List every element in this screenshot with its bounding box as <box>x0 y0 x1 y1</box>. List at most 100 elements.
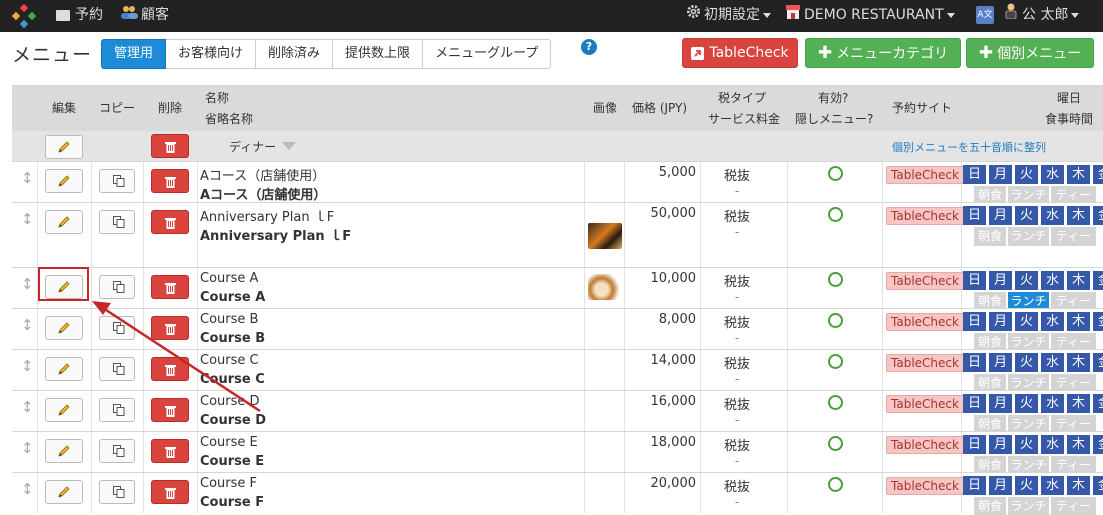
weekday-badge: 金 <box>1093 271 1103 290</box>
menu-name[interactable]: Course E <box>200 435 258 450</box>
help-icon[interactable]: ? <box>581 39 597 55</box>
edit-button[interactable] <box>45 169 83 193</box>
tab-deleted[interactable]: 削除済み <box>256 39 334 69</box>
drag-handle-icon[interactable]: ↕ <box>21 316 34 334</box>
nav-reservations[interactable]: 予約 <box>56 0 103 32</box>
drag-handle-icon[interactable]: ↕ <box>21 357 34 375</box>
add-menu-category-button[interactable]: ✚ メニューカテゴリ <box>805 38 961 68</box>
menu-image-thumbnail[interactable] <box>588 223 622 249</box>
nav-settings[interactable]: 初期設定 <box>686 0 771 32</box>
menu-name[interactable]: Course C <box>200 353 259 368</box>
weekday-badge: 火 <box>1015 353 1038 372</box>
copy-icon <box>113 363 125 375</box>
cell-divider <box>197 391 198 431</box>
nav-user-menu[interactable]: 公 太郎 <box>1004 0 1080 32</box>
menu-name[interactable]: Anniversary Plan ｌF <box>200 206 334 225</box>
edit-button[interactable] <box>45 316 83 340</box>
delete-button[interactable] <box>151 357 189 381</box>
tab-serving-limit[interactable]: 提供数上限 <box>333 39 424 69</box>
delete-button[interactable] <box>151 169 189 193</box>
copy-button[interactable] <box>99 398 135 422</box>
copy-button[interactable] <box>99 439 135 463</box>
weekday-badge: 火 <box>1015 165 1038 184</box>
menu-image-thumbnail[interactable] <box>588 274 622 300</box>
menu-price: 50,000 <box>650 206 697 221</box>
trash-icon <box>165 406 176 417</box>
drag-handle-icon[interactable]: ↕ <box>21 480 34 498</box>
trash-icon <box>165 324 176 335</box>
tablecheck-button[interactable]: TableCheck <box>682 38 798 68</box>
tax-type: 税抜 <box>723 275 750 290</box>
weekday-badge: 木 <box>1067 435 1090 454</box>
delete-button[interactable] <box>151 210 189 234</box>
menu-short-name: Course A <box>200 290 266 305</box>
drag-handle-icon[interactable]: ↕ <box>21 398 34 416</box>
nav-restaurant-selector[interactable]: DEMO RESTAURANT <box>786 0 955 32</box>
add-menu-item-button[interactable]: ✚ 個別メニュー <box>966 38 1094 68</box>
category-name[interactable]: ディナー <box>229 138 276 155</box>
meal-time-badge: ランチ <box>1008 227 1049 246</box>
edit-button[interactable] <box>45 480 83 504</box>
table-header: 編集 コピー 削除 名称 省略名称 画像 価格 (JPY) 税タイプ サービス料… <box>12 85 1103 131</box>
copy-button[interactable] <box>99 169 135 193</box>
tab-menu-groups[interactable]: メニューグループ <box>423 39 552 69</box>
copy-button[interactable] <box>99 275 135 299</box>
menu-short-name: Course B <box>200 331 266 346</box>
menu-name[interactable]: Course B <box>200 312 258 327</box>
delete-button[interactable] <box>151 275 189 299</box>
cell-divider <box>37 162 38 202</box>
tax-type: 税抜 <box>723 439 750 454</box>
tab-customer-facing[interactable]: お客様向け <box>166 39 257 69</box>
copy-icon <box>113 404 125 416</box>
drag-handle-icon[interactable]: ↕ <box>21 275 34 293</box>
app-logo-icon[interactable] <box>11 3 37 29</box>
delete-button[interactable] <box>151 398 189 422</box>
tax-type: 税抜 <box>723 398 750 413</box>
cell-divider <box>37 432 38 472</box>
top-navbar: 予約 顧客 初期設定 DEMO RESTAURANT A文 公 太郎 <box>0 0 1103 32</box>
booking-site-badge: TableCheck <box>886 395 964 413</box>
drag-handle-icon[interactable]: ↕ <box>21 169 34 187</box>
menu-name[interactable]: Course F <box>200 476 257 491</box>
delete-button[interactable] <box>151 480 189 504</box>
copy-button[interactable] <box>99 210 135 234</box>
edit-button[interactable] <box>45 357 83 381</box>
edit-button[interactable] <box>45 398 83 422</box>
delete-button[interactable] <box>151 439 189 463</box>
edit-button[interactable] <box>45 210 83 234</box>
edit-button[interactable] <box>45 439 83 463</box>
drag-handle-icon[interactable]: ↕ <box>21 439 34 457</box>
tax-type: 税抜 <box>723 480 750 495</box>
drag-handle-icon[interactable]: ↕ <box>21 210 34 228</box>
copy-icon <box>113 486 125 498</box>
col-delete: 削除 <box>158 101 183 115</box>
delete-category-button[interactable] <box>151 134 189 158</box>
weekday-badge: 日 <box>963 312 986 331</box>
tab-admin[interactable]: 管理用 <box>101 39 167 69</box>
menu-name[interactable]: Course D <box>200 394 260 409</box>
col-copy: コピー <box>99 101 136 115</box>
cell-divider <box>584 350 585 390</box>
copy-icon <box>113 322 125 334</box>
delete-button[interactable] <box>151 316 189 340</box>
pencil-icon <box>58 322 70 334</box>
col-name: 名称 <box>205 91 230 105</box>
copy-button[interactable] <box>99 316 135 340</box>
nav-customers[interactable]: 顧客 <box>120 0 169 32</box>
edit-category-button[interactable] <box>45 135 83 159</box>
col-service-fee: サービス料金 <box>708 112 781 126</box>
language-icon[interactable]: A文 <box>976 6 994 24</box>
pencil-icon <box>58 445 70 457</box>
cell-divider <box>197 473 198 513</box>
menu-name[interactable]: Aコース（店舗使用） <box>200 165 325 184</box>
weekday-badge: 金 <box>1093 312 1103 331</box>
weekday-badge: 日 <box>963 435 986 454</box>
copy-button[interactable] <box>99 357 135 381</box>
menu-name[interactable]: Course A <box>200 271 258 286</box>
weekday-badge: 木 <box>1067 206 1090 225</box>
pencil-icon <box>58 486 70 498</box>
trash-icon <box>165 447 176 458</box>
copy-button[interactable] <box>99 480 135 504</box>
caret-down-icon[interactable] <box>282 142 296 150</box>
sort-alphabetical-link[interactable]: 個別メニューを五十音順に整列 <box>892 139 1046 155</box>
